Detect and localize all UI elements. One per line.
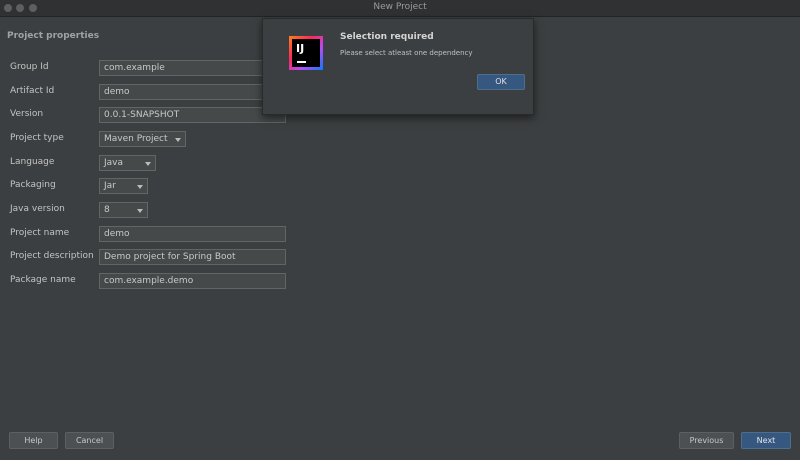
language-row: Language Java (0, 155, 300, 171)
packaging-label: Packaging (10, 180, 56, 190)
project-description-label: Project description (10, 251, 94, 261)
ok-button[interactable]: OK (477, 74, 525, 90)
window-title: New Project (373, 2, 427, 12)
packaging-value: Jar (104, 181, 116, 191)
previous-button[interactable]: Previous (679, 432, 734, 449)
cancel-button[interactable]: Cancel (65, 432, 114, 449)
project-type-select[interactable]: Maven Project (99, 131, 186, 147)
project-name-field[interactable]: demo (99, 226, 286, 242)
project-name-row: Project name demo (0, 226, 300, 242)
project-type-value: Maven Project (104, 134, 168, 144)
group-id-field[interactable]: com.example (99, 60, 286, 76)
section-title: Project properties (7, 31, 100, 41)
dialog-message: Please select atleast one dependency (340, 49, 473, 57)
project-description-row: Project description Demo project for Spr… (0, 249, 300, 265)
java-version-value: 8 (104, 205, 110, 215)
chevron-down-icon (145, 162, 151, 166)
package-name-label: Package name (10, 275, 76, 285)
selection-required-dialog: IJ Selection required Please select atle… (262, 18, 534, 115)
dialog-title: Selection required (340, 32, 434, 42)
project-name-label: Project name (10, 228, 70, 238)
version-field[interactable]: 0.0.1-SNAPSHOT (99, 107, 286, 123)
java-version-row: Java version 8 (0, 202, 300, 218)
chevron-down-icon (175, 138, 181, 142)
intellij-logo-icon: IJ (289, 36, 323, 70)
group-id-label: Group Id (10, 62, 49, 72)
chevron-down-icon (137, 209, 143, 213)
package-name-field[interactable]: com.example.demo (99, 273, 286, 289)
package-name-row: Package name com.example.demo (0, 273, 300, 289)
language-select[interactable]: Java (99, 155, 156, 171)
artifact-id-field[interactable]: demo (99, 84, 286, 100)
artifact-id-row: Artifact Id demo (0, 84, 300, 100)
language-value: Java (104, 158, 124, 168)
packaging-select[interactable]: Jar (99, 178, 148, 194)
java-version-select[interactable]: 8 (99, 202, 148, 218)
intellij-logo-text: IJ (296, 42, 305, 55)
artifact-id-label: Artifact Id (10, 86, 55, 96)
version-row: Version 0.0.1-SNAPSHOT (0, 107, 300, 123)
project-type-label: Project type (10, 133, 64, 143)
packaging-row: Packaging Jar (0, 178, 300, 194)
next-button[interactable]: Next (741, 432, 791, 449)
group-id-row: Group Id com.example (0, 60, 300, 76)
language-label: Language (10, 157, 55, 167)
chevron-down-icon (137, 185, 143, 189)
help-button[interactable]: Help (9, 432, 58, 449)
version-label: Version (10, 109, 44, 119)
java-version-label: Java version (10, 204, 65, 214)
title-bar: New Project (0, 0, 800, 17)
project-description-field[interactable]: Demo project for Spring Boot (99, 249, 286, 265)
project-type-row: Project type Maven Project (0, 131, 300, 147)
